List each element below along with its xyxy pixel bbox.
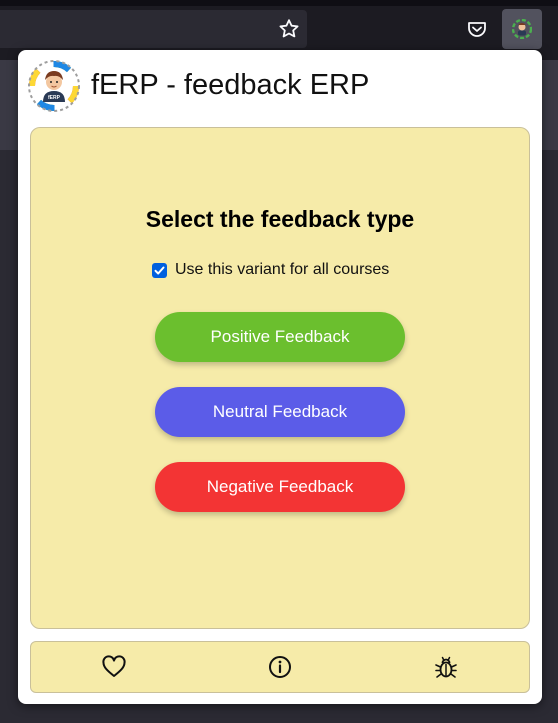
extension-popup: fERP fERP - feedback ERP Select the feed… — [18, 50, 542, 704]
tab-strip — [0, 0, 558, 6]
negative-feedback-button[interactable]: Negative Feedback — [155, 462, 405, 512]
all-courses-checkbox[interactable] — [152, 262, 167, 278]
star-icon[interactable] — [277, 17, 301, 41]
all-courses-option[interactable]: Use this variant for all courses — [152, 260, 389, 280]
ferp-logo: fERP — [28, 60, 80, 112]
url-bar[interactable] — [0, 10, 307, 48]
info-icon[interactable] — [267, 654, 293, 680]
ferp-extension-icon — [512, 19, 532, 39]
all-courses-label[interactable]: Use this variant for all courses — [175, 261, 389, 279]
feedback-type-heading: Select the feedback type — [145, 206, 415, 232]
popup-header: fERP fERP - feedback ERP — [18, 50, 542, 122]
heart-icon[interactable] — [101, 654, 127, 680]
pocket-icon[interactable] — [465, 17, 489, 41]
logo-text: fERP — [48, 95, 61, 101]
positive-feedback-button[interactable]: Positive Feedback — [155, 312, 405, 362]
popup-title: fERP - feedback ERP — [91, 69, 370, 101]
neutral-feedback-button[interactable]: Neutral Feedback — [155, 387, 405, 437]
popup-footer — [30, 641, 530, 693]
ferp-extension-button[interactable] — [502, 9, 542, 49]
feedback-type-card: Select the feedback type Use this varian… — [30, 127, 530, 629]
checkmark-icon — [154, 266, 165, 274]
bug-icon[interactable] — [433, 654, 459, 680]
